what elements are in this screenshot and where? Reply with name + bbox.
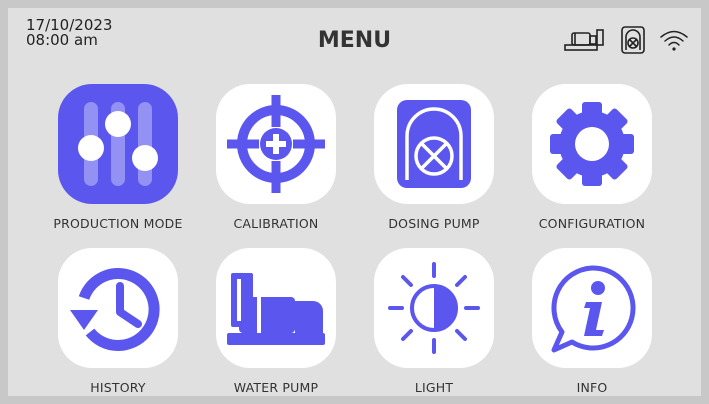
production-mode-label: PRODUCTION MODE <box>53 216 183 231</box>
water-pump-button[interactable] <box>216 248 336 368</box>
configuration-label: CONFIGURATION <box>538 216 646 231</box>
history-label: HISTORY <box>90 380 146 395</box>
menu-screen: 17/10/2023 08:00 am MENU PRODUCTION MODE… <box>8 8 701 396</box>
water-pump-icon <box>227 273 325 345</box>
sliders-icon <box>78 102 158 186</box>
calibration-label: CALIBRATION <box>233 216 319 231</box>
crosshair-icon <box>227 95 325 193</box>
light-label: LIGHT <box>414 380 454 395</box>
configuration-button[interactable] <box>532 84 652 204</box>
wifi-icon <box>660 30 688 51</box>
brightness-icon <box>388 262 480 354</box>
gear-icon <box>550 102 634 186</box>
history-button[interactable] <box>58 248 178 368</box>
water-pump-label: WATER PUMP <box>233 380 319 395</box>
calibration-button[interactable] <box>216 84 336 204</box>
history-clock-icon <box>70 268 160 351</box>
status-bar <box>563 26 689 54</box>
dosing-pump-button[interactable] <box>374 84 494 204</box>
info-icon <box>551 265 636 353</box>
light-button[interactable] <box>374 248 494 368</box>
info-label: INFO <box>576 380 608 395</box>
production-mode-button[interactable] <box>58 84 178 204</box>
info-button[interactable] <box>532 248 652 368</box>
water-pump-status-icon <box>564 29 604 51</box>
dosing-pump-icon <box>397 100 471 188</box>
dosing-pump-label: DOSING PUMP <box>388 216 480 231</box>
dosing-pump-status-icon <box>621 26 645 54</box>
